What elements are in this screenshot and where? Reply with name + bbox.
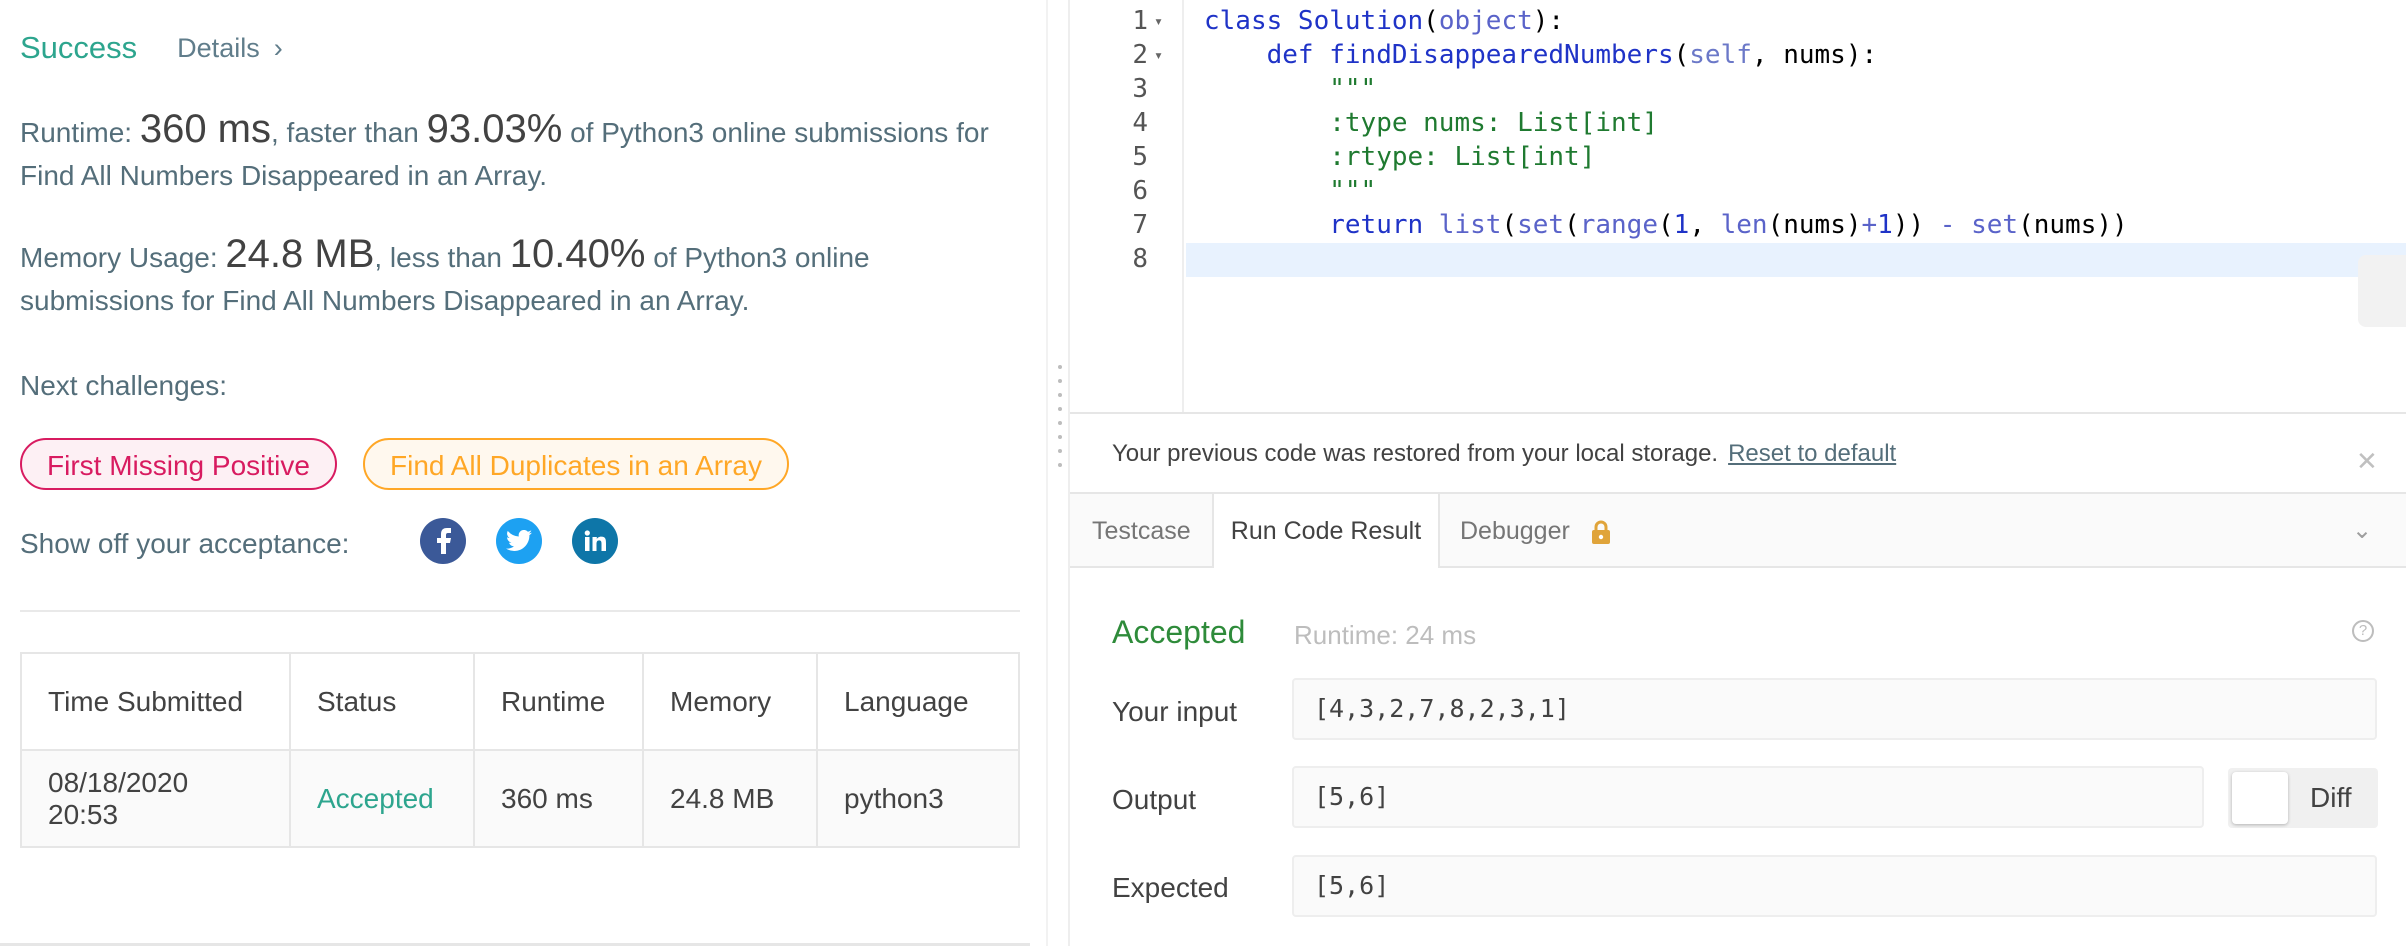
table-row: 08/18/2020 20:53 Accepted 360 ms 24.8 MB… bbox=[20, 749, 1020, 848]
linkedin-icon[interactable] bbox=[572, 518, 618, 564]
next-challenges-label: Next challenges: bbox=[20, 370, 228, 401]
expected-value-box: [5,6] bbox=[1292, 855, 2377, 917]
restore-notice-text: Your previous code was restored from you… bbox=[1112, 440, 1896, 468]
code-line: 5 :rtype: List[int] bbox=[1070, 140, 2406, 174]
column-header-time: Time Submitted bbox=[20, 652, 291, 751]
runtime-summary: Runtime: 360 ms, faster than 93.03% of P… bbox=[20, 108, 1020, 197]
expected-label: Expected bbox=[1112, 872, 1229, 903]
challenge-chip-first-missing-positive[interactable]: First Missing Positive bbox=[20, 438, 337, 490]
runtime-mid: , faster than bbox=[271, 117, 427, 148]
memory-label: Memory Usage: bbox=[20, 242, 226, 273]
line-number: 3 bbox=[1132, 74, 1148, 104]
result-status: Accepted bbox=[1112, 614, 1246, 650]
column-header-memory: Memory bbox=[642, 652, 818, 751]
input-value-box: [4,3,2,7,8,2,3,1] bbox=[1292, 678, 2377, 740]
code-text: :rtype: List[int] bbox=[1329, 142, 1596, 172]
code-text: :type nums: List[int] bbox=[1329, 108, 1658, 138]
memory-mid: , less than bbox=[374, 242, 510, 273]
line-number: 6 bbox=[1132, 176, 1148, 206]
code-line: 4 :type nums: List[int] bbox=[1070, 106, 2406, 140]
chevron-right-icon[interactable]: › bbox=[274, 33, 283, 64]
lock-icon bbox=[1592, 520, 1610, 544]
chevron-down-icon[interactable]: ⌄ bbox=[2352, 516, 2372, 545]
tab-testcase[interactable]: Testcase bbox=[1092, 494, 1191, 568]
submission-status-row: Success Details › bbox=[20, 30, 283, 66]
cell-time: 08/18/2020 20:53 bbox=[20, 749, 291, 848]
fold-arrow-icon[interactable]: ▾ bbox=[1154, 4, 1163, 38]
close-icon[interactable]: ✕ bbox=[2356, 446, 2378, 477]
fold-arrow-icon[interactable]: ▾ bbox=[1154, 38, 1163, 72]
line-number: 2 bbox=[1132, 40, 1148, 70]
submissions-table: Time Submitted Status Runtime Memory Lan… bbox=[20, 652, 1020, 848]
code-line: 8 bbox=[1070, 242, 2406, 276]
code-text: """ bbox=[1329, 74, 1377, 104]
line-number: 4 bbox=[1132, 108, 1148, 138]
tab-run-code-result[interactable]: Run Code Result bbox=[1212, 494, 1440, 570]
copy-code-icon[interactable] bbox=[2358, 255, 2406, 327]
cell-language: python3 bbox=[816, 749, 1020, 848]
code-text: """ bbox=[1329, 176, 1377, 206]
code-text: class Solution(object): bbox=[1204, 6, 1565, 36]
cell-runtime: 360 ms bbox=[473, 749, 644, 848]
table-header-row: Time Submitted Status Runtime Memory Lan… bbox=[20, 652, 1020, 751]
details-link[interactable]: Details bbox=[177, 33, 260, 64]
divider bbox=[20, 610, 1020, 612]
output-label: Output bbox=[1112, 784, 1197, 815]
line-number: 1 bbox=[1132, 6, 1148, 36]
diff-label[interactable]: Diff bbox=[2310, 782, 2352, 814]
drag-handle-icon[interactable] bbox=[1058, 365, 1062, 477]
code-text: return list(set(range(1, len(nums)+1)) -… bbox=[1329, 210, 2128, 240]
cell-status[interactable]: Accepted bbox=[289, 749, 475, 848]
line-number: 7 bbox=[1132, 210, 1148, 240]
code-text: def findDisappearedNumbers(self, nums): bbox=[1266, 40, 1878, 70]
cell-memory: 24.8 MB bbox=[642, 749, 818, 848]
column-header-language: Language bbox=[816, 652, 1020, 751]
column-header-runtime: Runtime bbox=[473, 652, 644, 751]
line-number: 5 bbox=[1132, 142, 1148, 172]
success-status: Success bbox=[20, 30, 138, 65]
line-number: 8 bbox=[1132, 244, 1148, 274]
restore-message: Your previous code was restored from you… bbox=[1112, 440, 1719, 467]
code-line: 7 return list(set(range(1, len(nums)+1))… bbox=[1070, 208, 2406, 242]
runtime-value: 360 ms bbox=[139, 107, 271, 151]
code-lines[interactable]: 1 ▾ class Solution(object): 2 ▾ def find… bbox=[1070, 4, 2406, 276]
reset-to-default-link[interactable]: Reset to default bbox=[1728, 440, 1896, 467]
facebook-icon[interactable] bbox=[420, 518, 466, 564]
memory-value: 24.8 MB bbox=[225, 232, 375, 276]
memory-percentile: 10.40% bbox=[509, 232, 646, 276]
help-icon[interactable]: ? bbox=[2352, 620, 2374, 642]
memory-summary: Memory Usage: 24.8 MB, less than 10.40% … bbox=[20, 233, 1020, 322]
code-line: 2 ▾ def findDisappearedNumbers(self, num… bbox=[1070, 38, 2406, 72]
result-runtime: Runtime: 24 ms bbox=[1294, 620, 1477, 650]
code-line: 6 """ bbox=[1070, 174, 2406, 208]
twitter-icon[interactable] bbox=[496, 518, 542, 564]
output-value-box: [5,6] bbox=[1292, 766, 2204, 828]
runtime-label: Runtime: bbox=[20, 117, 140, 148]
share-label: Show off your acceptance: bbox=[20, 528, 350, 559]
code-line: 1 ▾ class Solution(object): bbox=[1070, 4, 2406, 38]
challenge-chip-find-all-duplicates[interactable]: Find All Duplicates in an Array bbox=[363, 438, 789, 490]
runtime-percentile: 93.03% bbox=[426, 107, 563, 151]
diff-toggle-knob[interactable] bbox=[2232, 772, 2288, 824]
column-header-status: Status bbox=[289, 652, 475, 751]
input-label: Your input bbox=[1112, 696, 1238, 727]
tab-debugger[interactable]: Debugger bbox=[1460, 494, 1570, 568]
code-line: 3 """ bbox=[1070, 72, 2406, 106]
